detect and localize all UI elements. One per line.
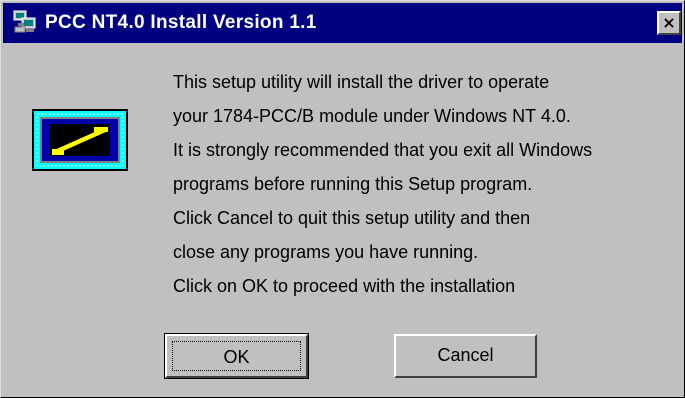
- message-line: close any programs you have running.: [173, 242, 479, 262]
- installer-computer-icon: [13, 10, 37, 34]
- message-line: It is strongly recommended that you exit…: [173, 140, 593, 160]
- message-line: programs before running this Setup progr…: [173, 174, 533, 194]
- message-text: This setup utility will install the driv…: [173, 65, 673, 303]
- pcc-card-icon: [32, 109, 128, 171]
- message-line: Click Cancel to quit this setup utility …: [173, 208, 531, 228]
- cancel-button-label: Cancel: [437, 345, 494, 365]
- message-line: Click on OK to proceed with the installa…: [173, 276, 516, 296]
- install-dialog: PCC NT4.0 Install Version 1.1 × This set…: [0, 0, 685, 398]
- message-line: This setup utility will install the driv…: [173, 72, 550, 92]
- message-line: your 1784-PCC/B module under Windows NT …: [173, 106, 571, 126]
- ok-button[interactable]: OK: [164, 333, 309, 379]
- ok-button-label: OK: [172, 341, 301, 371]
- window-title: PCC NT4.0 Install Version 1.1: [45, 12, 317, 33]
- title-bar[interactable]: PCC NT4.0 Install Version 1.1 ×: [3, 3, 682, 43]
- close-icon: ×: [662, 13, 676, 32]
- close-button[interactable]: ×: [657, 11, 681, 35]
- cancel-button[interactable]: Cancel: [394, 334, 537, 378]
